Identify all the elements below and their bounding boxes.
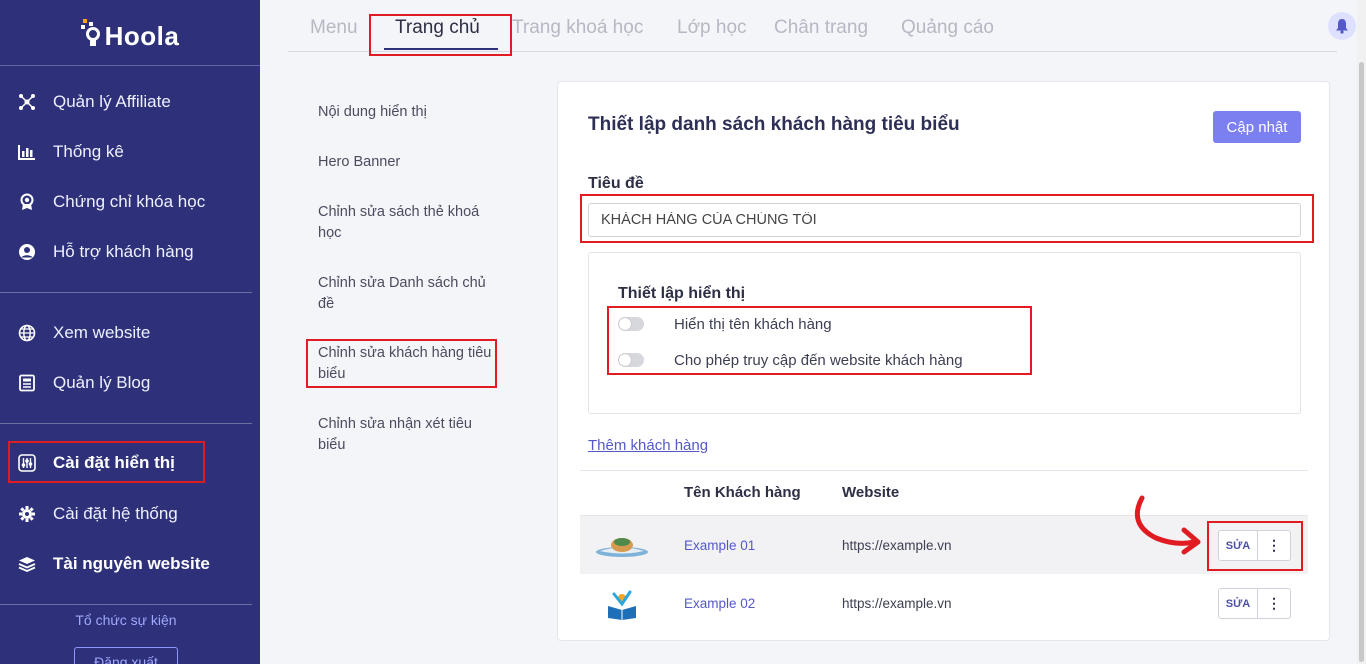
affiliate-network-icon — [16, 91, 38, 113]
notification-bell-icon[interactable] — [1328, 12, 1356, 40]
logo[interactable]: Hoola — [0, 0, 260, 66]
scrollbar-thumb[interactable] — [1359, 62, 1364, 662]
sidebar-item-label: Xem website — [53, 323, 151, 342]
globe-icon — [16, 322, 38, 344]
book-island-logo — [594, 530, 650, 562]
customer-website: https://example.vn — [842, 596, 952, 611]
sidebar-item-blog[interactable]: Quản lý Blog — [0, 363, 260, 403]
more-options-button[interactable]: ⋮ — [1258, 530, 1291, 561]
sidebar-item-certificates[interactable]: Chứng chỉ khóa học — [0, 182, 260, 222]
submenu-hero-banner[interactable]: Hero Banner — [318, 152, 498, 173]
sidebar-item-system-settings[interactable]: Cài đặt hệ thống — [0, 494, 260, 534]
show-name-toggle[interactable] — [618, 317, 644, 331]
sidebar-item-label: Chứng chỉ khóa học — [53, 192, 206, 211]
sidebar: Hoola Quản lý Affiliate Thống kê Chứng c… — [0, 0, 260, 664]
toggle-label: Hiển thị tên khách hàng — [674, 315, 832, 333]
certificate-badge-icon — [16, 191, 38, 213]
top-tabs: Menu Trang chủ Trang khoá học Lớp học Ch… — [288, 0, 1337, 52]
sidebar-item-label: Quản lý Blog — [53, 373, 151, 392]
edit-button[interactable]: SỬA — [1218, 588, 1258, 619]
submenu-edit-featured-customers[interactable]: Chỉnh sửa khách hàng tiêu biểu — [318, 343, 498, 385]
customer-name[interactable]: Example 02 — [684, 596, 755, 611]
user-circle-icon — [16, 241, 38, 263]
toggle-label: Cho phép truy cập đến website khách hàng — [674, 351, 963, 369]
column-header-name: Tên Khách hàng — [684, 484, 801, 501]
customer-website: https://example.vn — [842, 538, 952, 553]
active-tab-indicator — [384, 48, 498, 50]
sidebar-item-label: Quản lý Affiliate — [53, 92, 171, 111]
tab-footer[interactable]: Chân trang — [774, 17, 868, 39]
sidebar-item-label: Hỗ trợ khách hàng — [53, 242, 194, 261]
update-button[interactable]: Cập nhật — [1213, 111, 1301, 143]
row-actions: SỬA ⋮ — [1218, 530, 1291, 561]
sidebar-item-label: Thống kê — [53, 142, 124, 161]
customer-name[interactable]: Example 01 — [684, 538, 755, 553]
newspaper-icon — [16, 372, 38, 394]
sidebar-item-statistics[interactable]: Thống kê — [0, 132, 260, 172]
sidebar-item-display-settings[interactable]: Cài đặt hiển thị — [0, 443, 260, 483]
sidebar-item-view-website[interactable]: Xem website — [0, 313, 260, 353]
sidebar-item-website-resources[interactable]: Tài nguyên website — [0, 544, 260, 584]
tab-course-page[interactable]: Trang khoá học — [512, 17, 643, 39]
row-actions: SỬA ⋮ — [1218, 588, 1291, 619]
edit-button[interactable]: SỬA — [1218, 530, 1258, 561]
page-title: Thiết lập danh sách khách hàng tiêu biểu — [588, 114, 960, 135]
bar-chart-icon — [16, 141, 38, 163]
sliders-icon — [16, 452, 38, 474]
column-header-website: Website — [842, 484, 900, 501]
toggle-row-allow-website: Cho phép truy cập đến website khách hàng — [618, 349, 963, 371]
featured-customers-card: Thiết lập danh sách khách hàng tiêu biểu… — [557, 81, 1330, 641]
heading-input[interactable] — [588, 203, 1301, 237]
add-customer-link[interactable]: Thêm khách hàng — [588, 437, 708, 454]
logo-text: Hoola — [104, 21, 180, 51]
tab-home[interactable]: Trang chủ — [395, 17, 480, 39]
page-scrollbar[interactable] — [1357, 0, 1366, 664]
allow-website-toggle[interactable] — [618, 353, 644, 367]
sidebar-item-label: Tài nguyên website — [53, 554, 210, 573]
sidebar-divider — [0, 292, 252, 293]
display-settings-box: Thiết lập hiển thị Hiển thị tên khách hà… — [588, 252, 1301, 414]
display-settings-title: Thiết lập hiển thị — [618, 285, 746, 302]
logout-button[interactable]: Đăng xuất — [74, 647, 178, 664]
submenu-edit-topics[interactable]: Chỉnh sửa Danh sách chủ đề — [318, 273, 498, 315]
submenu-edit-featured-reviews[interactable]: Chỉnh sửa nhận xét tiêu biểu — [318, 414, 498, 456]
tab-menu[interactable]: Menu — [310, 17, 358, 39]
more-options-button[interactable]: ⋮ — [1258, 588, 1291, 619]
kid-reading-book-logo — [594, 588, 650, 620]
heading-label: Tiêu đề — [588, 175, 644, 192]
submenu-edit-course-cards[interactable]: Chỉnh sửa sách thẻ khoá học — [318, 202, 498, 244]
lightbulb-logo-icon — [80, 18, 103, 49]
sidebar-item-label: Cài đặt hiển thị — [53, 453, 175, 472]
gear-icon — [16, 503, 38, 525]
table-row: Example 02 https://example.vn SỬA ⋮ — [580, 574, 1308, 633]
tab-ads[interactable]: Quảng cáo — [901, 17, 994, 39]
toggle-row-show-name: Hiển thị tên khách hàng — [618, 313, 832, 335]
sidebar-item-label: Cài đặt hệ thống — [53, 504, 178, 523]
sidebar-item-affiliate[interactable]: Quản lý Affiliate — [0, 82, 260, 122]
layers-icon — [16, 553, 38, 575]
sidebar-divider — [0, 604, 252, 605]
submenu-display-content[interactable]: Nội dung hiển thị — [318, 102, 498, 123]
tab-classes[interactable]: Lớp học — [677, 17, 747, 39]
event-link[interactable]: Tổ chức sự kiện — [0, 612, 252, 628]
sidebar-item-support[interactable]: Hỗ trợ khách hàng — [0, 232, 260, 272]
sidebar-divider — [0, 423, 252, 424]
table-row: Example 01 https://example.vn SỬA ⋮ — [580, 515, 1308, 574]
table-divider — [580, 470, 1308, 471]
